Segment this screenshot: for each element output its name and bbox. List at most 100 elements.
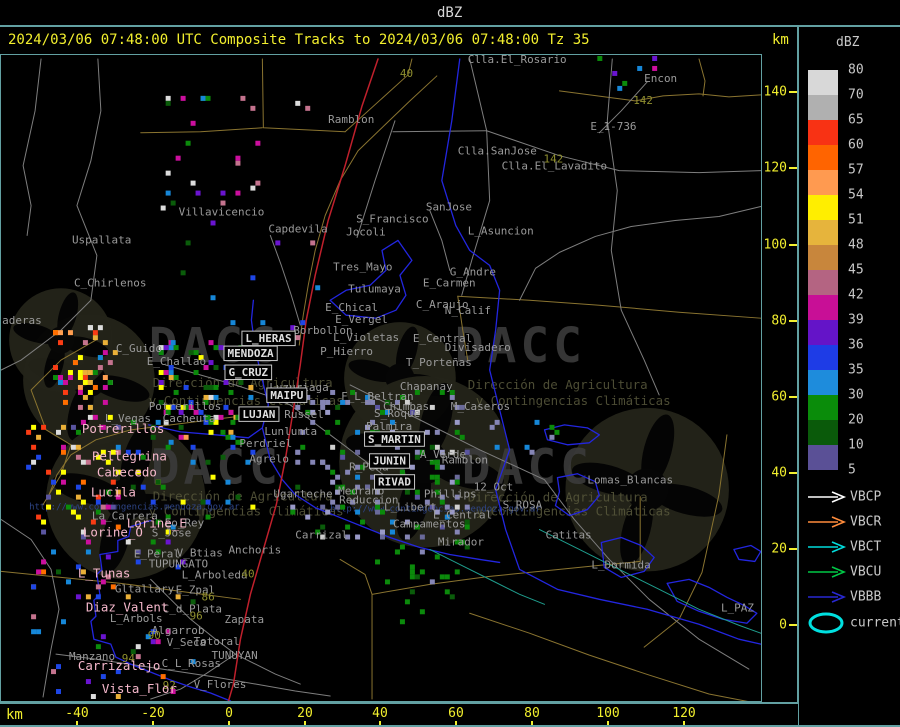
locality-label-pink: Cabecedo [97,465,157,480]
route-number-label: 90 [148,629,161,642]
place-label: 12_Oct [474,481,514,494]
place-label: Capdevila [268,222,327,235]
radar-map-area[interactable]: DACC Dirección de Agricultura y Contingenc… [0,53,762,705]
place-label: Tres_Mayo [333,260,392,273]
road-line [558,90,762,102]
dbz-scale-value: 10 [848,437,864,453]
city-label-boxed: MENDOZA [223,345,278,362]
place-label: Uspallata [72,233,131,246]
dbz-scale-segment [808,70,838,95]
y-axis-tick-label: 40 [771,465,787,481]
x-axis-tick-label: 0 [225,706,233,721]
dbz-scale-segment [808,295,838,320]
place-label: Jocoli [346,225,386,238]
place-label: Perdriel [239,437,292,450]
x-axis-tick-label: 120 [672,706,696,721]
boundary-line [519,206,762,301]
place-label: L_PAZ [721,601,754,614]
x-axis-unit-label: km [6,707,23,723]
x-axis-tick-label: 40 [372,706,388,721]
place-label: Carrizal [295,529,348,542]
place-label: E_Carmen [423,276,476,289]
dbz-scale-segment [808,95,838,120]
y-axis-unit-label: km [772,32,789,48]
legend-dbz-title: dBZ [836,35,860,50]
place-label: Zapata [224,613,264,626]
boundary-line [269,234,301,326]
dbz-scale-segment [808,445,838,470]
city-label-boxed: L_HERAS [241,330,296,347]
dacc-text-watermark: DACCDirección de Agriculturay Contingenc… [455,319,671,408]
road-line [698,58,706,97]
dbz-scale-segment [808,245,838,270]
x-axis-tick-label: 100 [596,706,620,721]
y-axis-tick [789,244,797,246]
dbz-scale-value: 42 [848,287,864,303]
place-label: S_Roque [374,407,420,420]
place-label: Clla.El_Rosario [468,55,567,66]
locality-label-pink: L_Tunas [78,565,130,580]
dbz-scale-value: 65 [848,112,864,128]
place-label: Tulumaya [348,282,401,295]
place-label: E_Challao [147,355,206,368]
place-label: L_Dormida [591,558,650,571]
dbz-scale-value: 48 [848,237,864,253]
road-line [140,127,263,134]
y-axis-tick [789,396,797,398]
svg-text:MENDOZA: MENDOZA [227,347,274,360]
place-label: N_Calif [445,304,491,317]
boundary-line [392,130,488,133]
route-number-label: 142 [633,94,653,107]
river-boundary-line [733,544,762,563]
place-label: Divisadero [445,341,511,354]
road-line [469,612,762,705]
locality-label-pink: Lorine_O [83,525,143,540]
track-legend-label: VBBB [850,589,882,605]
y-axis-tick-label: 80 [771,313,787,329]
dbz-scale-value: 54 [848,187,864,203]
place-label: Mirador [438,535,485,548]
place-label: Encon [644,72,677,85]
radar-echo-cluster [160,95,321,346]
composite-tracks-title: 2024/03/06 07:48:00 UTC Composite Tracks… [8,32,590,48]
track-legend-label: VBCT [850,539,882,555]
y-axis: 140 120 100 80 60 40 20 0 [762,54,798,702]
vbct-arrow-icon [808,541,847,553]
dbz-scale-segment [808,345,838,370]
dbz-scale-value: 39 [848,312,864,328]
x-axis-tick-label: 80 [524,706,540,721]
city-label-boxed: S_MARTIN [364,431,425,447]
city-label-boxed: JUNIN [369,453,411,469]
svg-text:MAIPU: MAIPU [270,389,303,402]
vbcu-arrow-icon [808,566,847,578]
dbz-scale-value: 36 [848,337,864,353]
place-label: L_Libert [384,501,437,514]
title-row: 2024/03/06 07:48:00 UTC Composite Tracks… [0,27,900,54]
city-label-boxed: MAIPU [266,387,308,403]
y-axis-tick-label: 100 [763,237,787,253]
x-axis: km -40 -20 0 20 40 60 80 100 120 [0,702,798,727]
svg-text:L_HERAS: L_HERAS [245,332,291,345]
city-label-boxed: G_CRUZ [224,364,273,380]
place-label: Phillips [424,488,477,501]
locality-label-pink: Potrerillos [82,421,164,436]
route-number-label: 142 [543,153,563,166]
radar-echo-cluster [375,539,470,625]
place-label: P_Hierro [320,345,373,358]
boundary-line [606,58,660,396]
place-label: Clla.SanJose [458,145,537,158]
svg-text:S_MARTIN: S_MARTIN [368,433,421,446]
place-label: Ramblon [328,113,374,126]
place-label: Catitas [545,529,591,542]
dbz-scale-segment [808,170,838,195]
y-axis-tick [789,91,797,93]
place-label: Totoral [194,635,240,648]
dbz-scale-segment [808,370,838,395]
y-axis-tick [789,320,797,322]
place-label: L_Asuncion [468,224,534,237]
y-axis-tick-label: 140 [763,84,787,100]
y-axis-tick [789,472,797,474]
place-label: Villavicencio [179,206,265,219]
place-label: aderas [2,314,42,327]
place-label: Anchoris [228,543,281,556]
